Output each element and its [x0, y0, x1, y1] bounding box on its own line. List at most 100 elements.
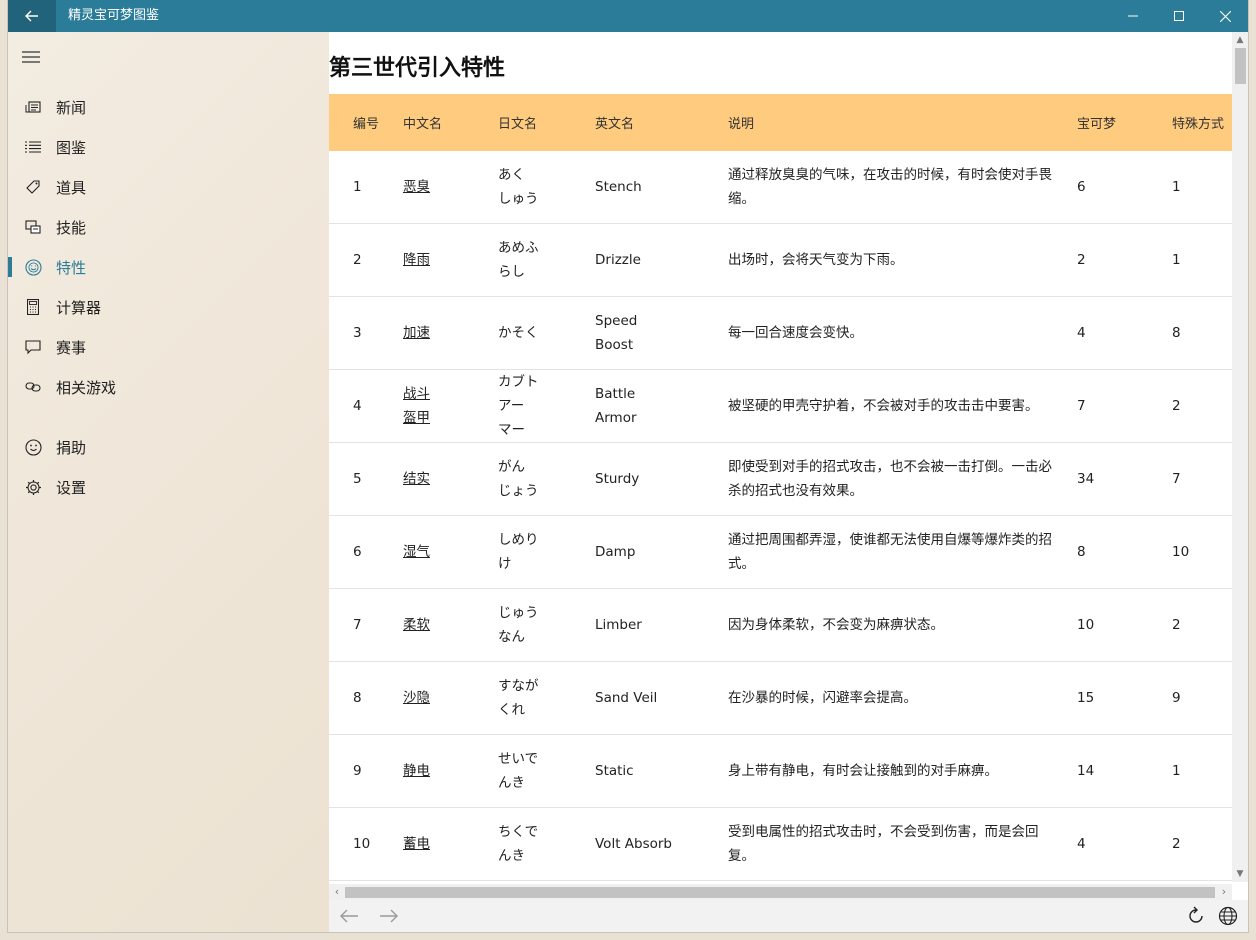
- cell-japanese-name: じゅう なん: [498, 588, 595, 662]
- ability-link[interactable]: 恶臭: [403, 179, 430, 195]
- cell-id: 1: [329, 151, 403, 224]
- back-button[interactable]: [8, 0, 56, 32]
- cell-pokemon-count: 4: [1077, 807, 1172, 881]
- table-row: 9 静电 せいで んき Static 身上带有静电，有时会让接触到的对手麻痹。 14 1: [329, 734, 1232, 808]
- cell-english-name: Sturdy: [595, 442, 728, 516]
- bottom-nav-bar: [329, 900, 1248, 932]
- cell-pokemon-count: 2: [1077, 223, 1172, 297]
- ability-link[interactable]: 降雨: [403, 252, 430, 268]
- close-button[interactable]: [1202, 0, 1248, 32]
- cell-special: 1: [1172, 151, 1232, 224]
- cell-chinese-name: 静电: [403, 734, 498, 808]
- cell-japanese-name: かそく: [498, 296, 595, 370]
- ability-link[interactable]: 柔软: [403, 617, 430, 633]
- column-header-description[interactable]: 说明: [728, 94, 1077, 151]
- cell-id: 8: [329, 661, 403, 735]
- sidebar-item-label: 技能: [56, 218, 87, 237]
- table-row: 4 战斗 盔甲 カブト アー マー Battle Armor 被坚硬的甲壳守护着，不会被…: [329, 369, 1232, 443]
- sidebar-item-moves[interactable]: 技能: [8, 207, 329, 247]
- maximize-icon: [1174, 11, 1184, 21]
- column-header-english-name[interactable]: 英文名: [595, 94, 728, 151]
- table-row: 2 降雨 あめふ らし Drizzle 出场时，会将天气变为下雨。 2 1: [329, 223, 1232, 297]
- ability-link[interactable]: 加速: [403, 325, 430, 341]
- horizontal-scrollbar[interactable]: ‹ ›: [329, 884, 1232, 900]
- column-header-special[interactable]: 特殊方式: [1172, 94, 1232, 151]
- sidebar-item-events[interactable]: 赛事: [8, 327, 329, 367]
- sidebar: 新闻 图鉴 道具 技能 特性 计算器 赛事 相关游戏 捐助 设置: [8, 32, 329, 932]
- gear-icon: [23, 477, 43, 497]
- cell-description: 通过释放臭臭的气味，在攻击的时候，有时会使对手畏缩。: [728, 151, 1077, 224]
- table-row: 1 恶臭 あく しゅう Stench 通过释放臭臭的气味，在攻击的时候，有时会使对手畏缩…: [329, 151, 1232, 224]
- sidebar-item-related-games[interactable]: 相关游戏: [8, 367, 329, 407]
- globe-icon: [1218, 906, 1238, 926]
- sidebar-item-items[interactable]: 道具: [8, 167, 329, 207]
- scroll-up-icon[interactable]: ▲: [1232, 32, 1248, 48]
- column-header-pokemon[interactable]: 宝可梦: [1077, 94, 1172, 151]
- column-header-id[interactable]: 编号: [329, 94, 403, 151]
- cell-japanese-name: ちくで んき: [498, 807, 595, 881]
- cell-japanese-name: カブト アー マー: [498, 369, 595, 443]
- cell-special: 2: [1172, 369, 1232, 443]
- table-row: 6 湿气 しめり け Damp 通过把周围都弄湿，使谁都无法使用自爆等爆炸类的招式。 8 1…: [329, 515, 1232, 589]
- column-header-japanese-name[interactable]: 日文名: [498, 94, 595, 151]
- vertical-scroll-thumb[interactable]: [1235, 48, 1246, 84]
- ability-link[interactable]: 战斗 盔甲: [403, 386, 430, 426]
- list-icon: [23, 137, 43, 157]
- cell-english-name: Speed Boost: [595, 296, 728, 370]
- sidebar-item-calculator[interactable]: 计算器: [8, 287, 329, 327]
- cell-japanese-name: あめふ らし: [498, 223, 595, 297]
- open-in-browser-button[interactable]: [1212, 900, 1244, 932]
- browser-back-button[interactable]: [333, 900, 365, 932]
- cell-english-name: Sand Veil: [595, 661, 728, 735]
- cell-english-name: Damp: [595, 515, 728, 589]
- active-indicator: [8, 257, 12, 277]
- ability-link[interactable]: 湿气: [403, 544, 430, 560]
- cell-special: 1: [1172, 734, 1232, 808]
- sidebar-item-settings[interactable]: 设置: [8, 467, 329, 507]
- column-header-chinese-name[interactable]: 中文名: [403, 94, 498, 151]
- cell-pokemon-count: 4: [1077, 296, 1172, 370]
- ability-link[interactable]: 沙隐: [403, 690, 430, 706]
- sidebar-item-pokedex[interactable]: 图鉴: [8, 127, 329, 167]
- cell-chinese-name: 结实: [403, 442, 498, 516]
- scroll-left-icon[interactable]: ‹: [329, 884, 345, 900]
- hamburger-menu-button[interactable]: [22, 46, 44, 68]
- cell-pokemon-count: 7: [1077, 369, 1172, 443]
- abilities-table-container: 编号 中文名 日文名 英文名 说明 宝可梦 特殊方式 1 恶臭 あく しゅう Sten…: [329, 94, 1232, 884]
- cell-special: 7: [1172, 442, 1232, 516]
- maximize-button[interactable]: [1156, 0, 1202, 32]
- donate-smile-icon: [23, 437, 43, 457]
- cell-japanese-name: あく しゅう: [498, 151, 595, 224]
- cell-english-name: Battle Armor: [595, 369, 728, 443]
- sidebar-item-label: 新闻: [56, 98, 87, 117]
- cell-id: 2: [329, 223, 403, 297]
- ability-link[interactable]: 结实: [403, 471, 430, 487]
- scroll-right-icon[interactable]: ›: [1216, 884, 1232, 900]
- sidebar-item-news[interactable]: 新闻: [8, 87, 329, 127]
- title-bar: 精灵宝可梦图鉴: [8, 0, 1248, 32]
- minimize-icon: [1128, 15, 1138, 17]
- sidebar-item-label: 图鉴: [56, 138, 87, 157]
- scroll-down-icon[interactable]: ▼: [1232, 866, 1248, 882]
- horizontal-scroll-thumb[interactable]: [345, 887, 1215, 898]
- cell-id: 7: [329, 588, 403, 662]
- cell-id: 9: [329, 734, 403, 808]
- refresh-button[interactable]: [1180, 900, 1212, 932]
- sidebar-item-abilities[interactable]: 特性: [8, 247, 329, 287]
- browser-forward-button[interactable]: [373, 900, 405, 932]
- cell-english-name: Limber: [595, 588, 728, 662]
- sidebar-item-label: 相关游戏: [56, 378, 117, 397]
- page-title: 第三世代引入特性: [329, 56, 506, 81]
- ability-link[interactable]: 静电: [403, 763, 430, 779]
- minimize-button[interactable]: [1110, 0, 1156, 32]
- sidebar-item-donate[interactable]: 捐助: [8, 427, 329, 467]
- cell-special: 8: [1172, 296, 1232, 370]
- table-header-row: 编号 中文名 日文名 英文名 说明 宝可梦 特殊方式: [329, 94, 1232, 151]
- ability-link[interactable]: 蓄电: [403, 836, 430, 852]
- cell-chinese-name: 蓄电: [403, 807, 498, 881]
- sidebar-item-label: 特性: [56, 258, 87, 277]
- vertical-scrollbar[interactable]: ▲ ▼: [1232, 32, 1248, 882]
- cell-id: 6: [329, 515, 403, 589]
- cell-japanese-name: がん じょう: [498, 442, 595, 516]
- cell-chinese-name: 降雨: [403, 223, 498, 297]
